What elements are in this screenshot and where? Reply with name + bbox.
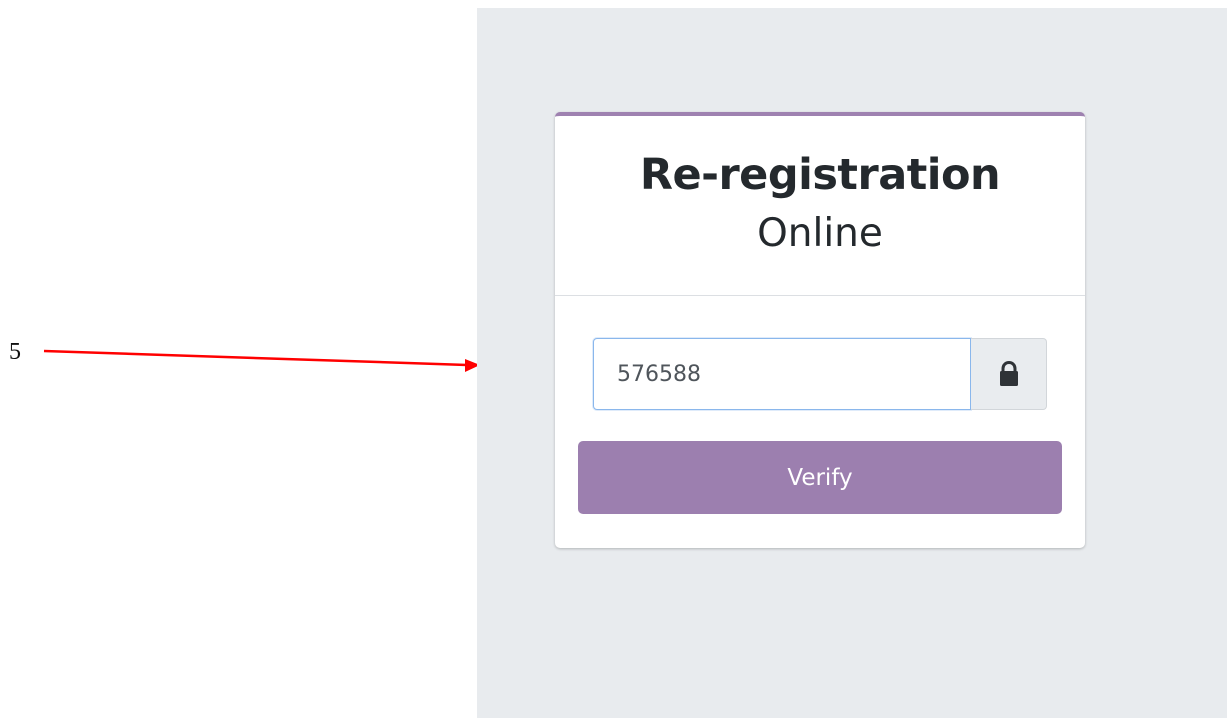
code-input-group [593, 338, 1047, 410]
page-subtitle: Online [757, 211, 883, 256]
annotation-number: 5 [9, 339, 21, 365]
page-title: Re-registration [639, 150, 1001, 200]
reregistration-card: Re-registration Online Verify [555, 112, 1085, 548]
lock-icon [999, 361, 1018, 386]
card-header: Re-registration Online [555, 116, 1085, 296]
verify-button[interactable]: Verify [578, 441, 1062, 514]
code-input[interactable] [593, 338, 971, 410]
login-panel: Re-registration Online Verify [477, 8, 1227, 718]
lock-addon [971, 338, 1047, 410]
